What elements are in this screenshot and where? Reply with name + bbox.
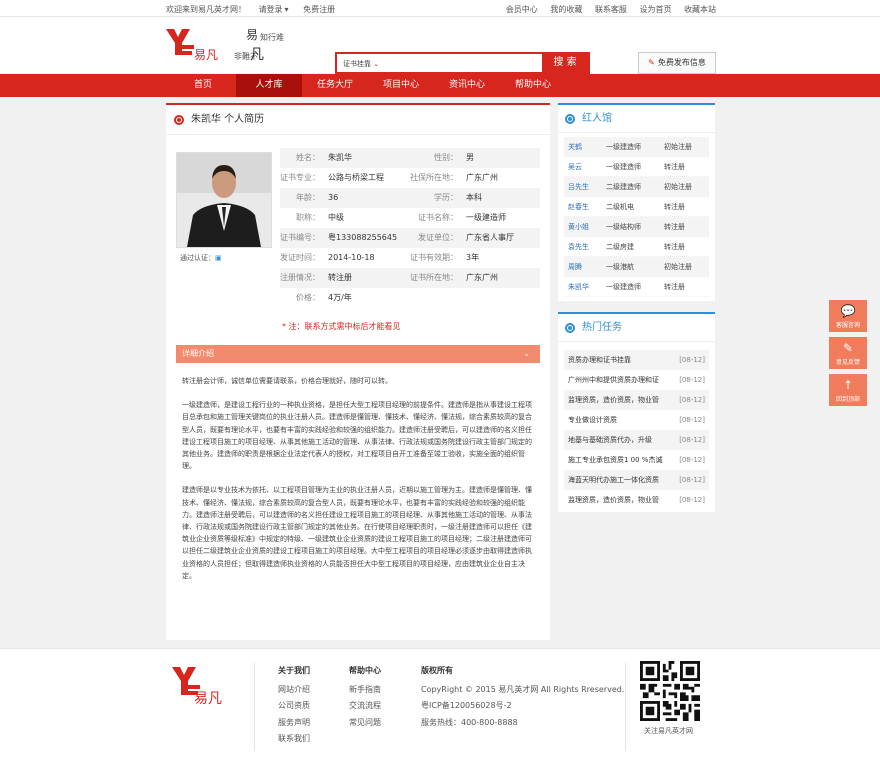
search-category-select[interactable]: 证书挂靠 ⌄ [343, 59, 379, 69]
site-logo[interactable]: 易凡 易 知行难 非難不 凡 [164, 25, 304, 67]
slogan-top: 知行难 [260, 32, 284, 42]
target-icon [565, 323, 575, 333]
footer-about: 关于我们 网站介绍 公司资质 服务声明 联系我们 [278, 663, 310, 748]
resume-info-table: 姓名： 朱凯华 性别：男 证书专业： 公路与桥梁工程 社保所在地： 广东广州 年龄： 36 学… [280, 148, 540, 308]
svg-text:易凡: 易凡 [194, 691, 222, 707]
member-center-link[interactable]: 会员中心 [506, 5, 538, 14]
hot-talent-panel: 红人馆 关鹤 一级建造师 初始注册 吴云 一级建造师 转注册 吕先生 二级建造师 初始注册 … [558, 103, 715, 301]
task-item[interactable]: 广州州中和提供资质办理和证 [08-12] [564, 370, 709, 390]
footer-logo: 易凡 [172, 667, 222, 707]
footer-divider [625, 663, 626, 751]
edit-icon: ✎ [648, 58, 655, 67]
id-card-icon: ▣ [215, 254, 222, 262]
hot-tasks-title: 热门任务 [558, 314, 715, 342]
back-to-top-button[interactable]: ↑ 回到顶部 [829, 374, 867, 406]
profile-photo [176, 152, 272, 248]
top-right-links: 会员中心 我的收藏 联系客服 设为首页 收藏本站 [496, 4, 716, 15]
info-row: 发证时间： 2014-10-18 证书有效期： 3年 [280, 253, 480, 262]
resume-title: 朱凯华 个人简历 [166, 105, 550, 135]
nav-task-hall[interactable]: 任务大厅 [302, 74, 368, 97]
main-nav: 首页 人才库 任务大厅 项目中心 资讯中心 帮助中心 [0, 74, 880, 97]
footer-help: 帮助中心 新手指南 交流流程 常见问题 [349, 663, 381, 731]
talent-item[interactable]: 赵春生 二级机电 转注册 [564, 197, 709, 217]
footer-link[interactable]: 服务声明 [278, 715, 310, 732]
info-row: 注册情况： 转注册 证书所在地： 广东广州 [280, 268, 540, 288]
top-bar: 欢迎来到易凡英才网！ 请登录 ▾ 免费注册 会员中心 我的收藏 联系客服 设为首页… [0, 0, 880, 17]
customer-service-button[interactable]: 💬 客服咨询 [829, 300, 867, 332]
footer-link[interactable]: 网站介绍 [278, 682, 310, 699]
detail-toggle[interactable]: 详细介绍 ⌄ [176, 345, 540, 363]
chevron-down-icon: ▾ [284, 5, 289, 14]
hot-talent-title: 红人馆 [558, 105, 715, 133]
talent-item[interactable]: 朱凯华 一级建造师 转注册 [564, 277, 709, 297]
login-link[interactable]: 请登录 [259, 5, 283, 14]
footer-link[interactable]: 新手指南 [349, 682, 381, 699]
person-photo-icon [177, 153, 271, 247]
publish-info-button[interactable]: ✎ 免费发布信息 [638, 52, 716, 74]
talent-item[interactable]: 黄小姐 一级结构师 转注册 [564, 217, 709, 237]
detail-paragraph: 一级建造师，是建设工程行业的一种执业资格，是担任大型工程项目经理的前提条件。建造… [182, 401, 532, 471]
feedback-button[interactable]: ✎ 意见反馈 [829, 337, 867, 369]
hot-tasks-panel: 热门任务 资质办理和证书挂靠 [08-12] 广州州中和提供资质办理和证 [08-1… [558, 312, 715, 512]
slogan-right: 凡 [250, 47, 264, 63]
contact-service-link[interactable]: 联系客服 [595, 5, 627, 14]
chevron-down-icon: ⌄ [373, 60, 380, 68]
talent-item[interactable]: 袁先生 二级房建 转注册 [564, 237, 709, 257]
target-icon [565, 114, 575, 124]
svg-text:易凡: 易凡 [194, 48, 218, 62]
task-item[interactable]: 资质办理和证书挂靠 [08-12] [564, 350, 709, 370]
top-left: 欢迎来到易凡英才网！ 请登录 ▾ 免费注册 [166, 4, 345, 15]
info-row: 价格： 4万/年 [296, 293, 352, 302]
footer-divider [254, 663, 255, 751]
search-button[interactable]: 搜 索 [542, 54, 588, 72]
chevron-down-icon: ⌄ [523, 349, 530, 358]
footer: 易凡 关于我们 网站介绍 公司资质 服务声明 联系我们 帮助中心 新手指南 交流… [0, 648, 880, 770]
footer-link[interactable]: 联系我们 [278, 731, 310, 748]
task-item[interactable]: 监理资质，造价资质，物业管 [08-12] [564, 390, 709, 410]
qr-caption: 关注易凡英才网 [644, 727, 693, 735]
task-item[interactable]: 地基与基础资质代办，升级 [08-12] [564, 430, 709, 450]
nav-home[interactable]: 首页 [170, 74, 236, 97]
nav-project-center[interactable]: 项目中心 [368, 74, 434, 97]
feedback-icon: ✎ [842, 341, 854, 355]
slogan-top-char: 易 [246, 28, 258, 42]
footer-link[interactable]: 公司资质 [278, 698, 310, 715]
task-item[interactable]: 施工专业承包资质1 00 %杰诚 [08-12] [564, 450, 709, 470]
qr-code-icon [640, 661, 700, 721]
set-homepage-link[interactable]: 设为首页 [639, 5, 671, 14]
register-link[interactable]: 免费注册 [303, 5, 335, 14]
talent-item[interactable]: 关鹤 一级建造师 初始注册 [564, 137, 709, 157]
nav-talent-library[interactable]: 人才库 [236, 74, 302, 97]
task-item[interactable]: 监理资质，造价资质，物业管 [08-12] [564, 490, 709, 510]
info-row: 职称： 中级 证书名称： 一级建造师 [296, 213, 506, 222]
nav-news-center[interactable]: 资讯中心 [434, 74, 500, 97]
my-favorites-link[interactable]: 我的收藏 [550, 5, 582, 14]
welcome-text: 欢迎来到易凡英才网！ [166, 5, 246, 14]
task-item[interactable]: 专业做设计资质 [08-12] [564, 410, 709, 430]
task-item[interactable]: 海蓝天明代办施工一体化资质 [08-12] [564, 470, 709, 490]
header: 易凡 易 知行难 非難不 凡 证书挂靠 ⌄ 搜 索 ✎ 免费发布信息 [0, 17, 880, 74]
talent-item[interactable]: 吕先生 二级建造师 初始注册 [564, 177, 709, 197]
up-arrow-icon: ↑ [842, 378, 854, 392]
info-row: 证书专业： 公路与桥梁工程 社保所在地： 广东广州 [280, 173, 498, 182]
search-box: 证书挂靠 ⌄ 搜 索 [335, 52, 590, 74]
detail-text: 转注册会计师，诚信单位需要请联系，价格合理就好，随时可以转。 一级建造师，是建设… [182, 375, 534, 594]
info-row: 证书编号： 粤133088255645 发证单位： 广东省人事厅 [280, 228, 540, 248]
chat-icon: 💬 [840, 304, 856, 318]
detail-paragraph: 建造师是以专业技术为依托、以工程项目管理为主业的执业注册人员，近期以施工管理为主… [182, 486, 532, 580]
auth-row: 通过认证：▣ [180, 254, 222, 262]
info-row: 年龄： 36 学历： 本科 [280, 188, 540, 208]
footer-link[interactable]: 常见问题 [349, 715, 381, 732]
info-row: 姓名： 朱凯华 性别：男 [280, 148, 540, 168]
target-icon [174, 115, 184, 125]
nav-help-center[interactable]: 帮助中心 [500, 74, 566, 97]
talent-item[interactable]: 吴云 一级建造师 转注册 [564, 157, 709, 177]
bookmark-site-link[interactable]: 收藏本站 [684, 5, 716, 14]
footer-rights: 版权所有 CopyRight © 2015 易凡英才网 All Rights R… [421, 666, 625, 727]
footer-link[interactable]: 交流流程 [349, 698, 381, 715]
detail-paragraph: 转注册会计师，诚信单位需要请联系，价格合理就好，随时可以转。 [182, 377, 392, 385]
talent-item[interactable]: 周腾 一级港航 初始注册 [564, 257, 709, 277]
contact-note: * 注：联系方式需中标后才能看见 [282, 322, 401, 331]
resume-panel: 朱凯华 个人简历 通过认证：▣ 姓名： 朱凯华 性别：男 证书专业： 公路与桥梁工程社… [166, 103, 550, 640]
